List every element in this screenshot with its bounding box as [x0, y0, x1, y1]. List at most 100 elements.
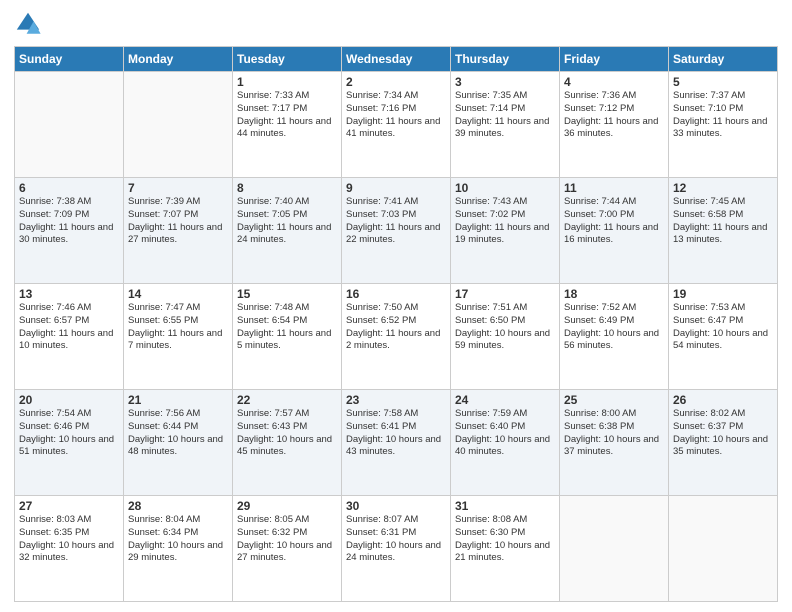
calendar-cell: 18Sunrise: 7:52 AM Sunset: 6:49 PM Dayli…	[560, 284, 669, 390]
day-number: 28	[128, 499, 228, 513]
calendar-cell: 13Sunrise: 7:46 AM Sunset: 6:57 PM Dayli…	[15, 284, 124, 390]
day-number: 18	[564, 287, 664, 301]
calendar-header-thursday: Thursday	[451, 47, 560, 72]
day-info: Sunrise: 7:50 AM Sunset: 6:52 PM Dayligh…	[346, 302, 446, 353]
calendar-cell: 31Sunrise: 8:08 AM Sunset: 6:30 PM Dayli…	[451, 496, 560, 602]
calendar-cell: 17Sunrise: 7:51 AM Sunset: 6:50 PM Dayli…	[451, 284, 560, 390]
day-number: 23	[346, 393, 446, 407]
calendar-cell: 11Sunrise: 7:44 AM Sunset: 7:00 PM Dayli…	[560, 178, 669, 284]
day-number: 14	[128, 287, 228, 301]
day-info: Sunrise: 7:54 AM Sunset: 6:46 PM Dayligh…	[19, 408, 119, 459]
calendar-header-tuesday: Tuesday	[233, 47, 342, 72]
calendar-cell: 24Sunrise: 7:59 AM Sunset: 6:40 PM Dayli…	[451, 390, 560, 496]
calendar-cell: 12Sunrise: 7:45 AM Sunset: 6:58 PM Dayli…	[669, 178, 778, 284]
day-number: 6	[19, 181, 119, 195]
calendar-cell	[15, 72, 124, 178]
calendar-cell: 27Sunrise: 8:03 AM Sunset: 6:35 PM Dayli…	[15, 496, 124, 602]
day-number: 29	[237, 499, 337, 513]
calendar-cell	[560, 496, 669, 602]
calendar-cell: 8Sunrise: 7:40 AM Sunset: 7:05 PM Daylig…	[233, 178, 342, 284]
day-number: 27	[19, 499, 119, 513]
day-number: 30	[346, 499, 446, 513]
calendar-cell: 25Sunrise: 8:00 AM Sunset: 6:38 PM Dayli…	[560, 390, 669, 496]
day-number: 17	[455, 287, 555, 301]
day-number: 4	[564, 75, 664, 89]
calendar-cell	[124, 72, 233, 178]
calendar-cell: 23Sunrise: 7:58 AM Sunset: 6:41 PM Dayli…	[342, 390, 451, 496]
main-container: SundayMondayTuesdayWednesdayThursdayFrid…	[0, 0, 792, 612]
day-info: Sunrise: 8:03 AM Sunset: 6:35 PM Dayligh…	[19, 514, 119, 565]
day-number: 16	[346, 287, 446, 301]
day-info: Sunrise: 8:07 AM Sunset: 6:31 PM Dayligh…	[346, 514, 446, 565]
calendar-cell: 22Sunrise: 7:57 AM Sunset: 6:43 PM Dayli…	[233, 390, 342, 496]
day-number: 3	[455, 75, 555, 89]
day-number: 22	[237, 393, 337, 407]
day-info: Sunrise: 7:57 AM Sunset: 6:43 PM Dayligh…	[237, 408, 337, 459]
calendar-cell: 10Sunrise: 7:43 AM Sunset: 7:02 PM Dayli…	[451, 178, 560, 284]
day-number: 2	[346, 75, 446, 89]
day-info: Sunrise: 7:35 AM Sunset: 7:14 PM Dayligh…	[455, 90, 555, 141]
calendar-week-row: 6Sunrise: 7:38 AM Sunset: 7:09 PM Daylig…	[15, 178, 778, 284]
day-info: Sunrise: 7:46 AM Sunset: 6:57 PM Dayligh…	[19, 302, 119, 353]
logo	[14, 10, 46, 38]
calendar-cell: 15Sunrise: 7:48 AM Sunset: 6:54 PM Dayli…	[233, 284, 342, 390]
day-info: Sunrise: 7:36 AM Sunset: 7:12 PM Dayligh…	[564, 90, 664, 141]
calendar-cell: 30Sunrise: 8:07 AM Sunset: 6:31 PM Dayli…	[342, 496, 451, 602]
calendar-cell: 29Sunrise: 8:05 AM Sunset: 6:32 PM Dayli…	[233, 496, 342, 602]
header	[14, 10, 778, 38]
day-number: 20	[19, 393, 119, 407]
calendar-cell: 28Sunrise: 8:04 AM Sunset: 6:34 PM Dayli…	[124, 496, 233, 602]
day-number: 9	[346, 181, 446, 195]
calendar-cell: 4Sunrise: 7:36 AM Sunset: 7:12 PM Daylig…	[560, 72, 669, 178]
calendar-week-row: 1Sunrise: 7:33 AM Sunset: 7:17 PM Daylig…	[15, 72, 778, 178]
day-info: Sunrise: 7:33 AM Sunset: 7:17 PM Dayligh…	[237, 90, 337, 141]
calendar-cell: 1Sunrise: 7:33 AM Sunset: 7:17 PM Daylig…	[233, 72, 342, 178]
calendar-cell: 9Sunrise: 7:41 AM Sunset: 7:03 PM Daylig…	[342, 178, 451, 284]
calendar-cell: 5Sunrise: 7:37 AM Sunset: 7:10 PM Daylig…	[669, 72, 778, 178]
calendar-header-saturday: Saturday	[669, 47, 778, 72]
day-number: 31	[455, 499, 555, 513]
day-number: 15	[237, 287, 337, 301]
day-info: Sunrise: 7:37 AM Sunset: 7:10 PM Dayligh…	[673, 90, 773, 141]
day-info: Sunrise: 7:56 AM Sunset: 6:44 PM Dayligh…	[128, 408, 228, 459]
day-info: Sunrise: 7:58 AM Sunset: 6:41 PM Dayligh…	[346, 408, 446, 459]
calendar-week-row: 20Sunrise: 7:54 AM Sunset: 6:46 PM Dayli…	[15, 390, 778, 496]
day-info: Sunrise: 7:45 AM Sunset: 6:58 PM Dayligh…	[673, 196, 773, 247]
calendar-cell	[669, 496, 778, 602]
calendar-cell: 16Sunrise: 7:50 AM Sunset: 6:52 PM Dayli…	[342, 284, 451, 390]
calendar-header-sunday: Sunday	[15, 47, 124, 72]
day-info: Sunrise: 7:41 AM Sunset: 7:03 PM Dayligh…	[346, 196, 446, 247]
day-info: Sunrise: 8:04 AM Sunset: 6:34 PM Dayligh…	[128, 514, 228, 565]
day-info: Sunrise: 7:53 AM Sunset: 6:47 PM Dayligh…	[673, 302, 773, 353]
calendar-cell: 21Sunrise: 7:56 AM Sunset: 6:44 PM Dayli…	[124, 390, 233, 496]
calendar-cell: 14Sunrise: 7:47 AM Sunset: 6:55 PM Dayli…	[124, 284, 233, 390]
day-number: 19	[673, 287, 773, 301]
calendar-cell: 6Sunrise: 7:38 AM Sunset: 7:09 PM Daylig…	[15, 178, 124, 284]
calendar-week-row: 27Sunrise: 8:03 AM Sunset: 6:35 PM Dayli…	[15, 496, 778, 602]
logo-icon	[14, 10, 42, 38]
day-info: Sunrise: 7:47 AM Sunset: 6:55 PM Dayligh…	[128, 302, 228, 353]
calendar-header-monday: Monday	[124, 47, 233, 72]
calendar-week-row: 13Sunrise: 7:46 AM Sunset: 6:57 PM Dayli…	[15, 284, 778, 390]
calendar-cell: 26Sunrise: 8:02 AM Sunset: 6:37 PM Dayli…	[669, 390, 778, 496]
day-info: Sunrise: 7:34 AM Sunset: 7:16 PM Dayligh…	[346, 90, 446, 141]
day-info: Sunrise: 8:02 AM Sunset: 6:37 PM Dayligh…	[673, 408, 773, 459]
day-info: Sunrise: 7:40 AM Sunset: 7:05 PM Dayligh…	[237, 196, 337, 247]
day-number: 25	[564, 393, 664, 407]
day-info: Sunrise: 7:51 AM Sunset: 6:50 PM Dayligh…	[455, 302, 555, 353]
day-info: Sunrise: 7:44 AM Sunset: 7:00 PM Dayligh…	[564, 196, 664, 247]
day-info: Sunrise: 7:38 AM Sunset: 7:09 PM Dayligh…	[19, 196, 119, 247]
calendar-header-friday: Friday	[560, 47, 669, 72]
calendar-cell: 19Sunrise: 7:53 AM Sunset: 6:47 PM Dayli…	[669, 284, 778, 390]
day-info: Sunrise: 8:05 AM Sunset: 6:32 PM Dayligh…	[237, 514, 337, 565]
day-info: Sunrise: 7:52 AM Sunset: 6:49 PM Dayligh…	[564, 302, 664, 353]
day-number: 8	[237, 181, 337, 195]
calendar-header-wednesday: Wednesday	[342, 47, 451, 72]
day-info: Sunrise: 7:59 AM Sunset: 6:40 PM Dayligh…	[455, 408, 555, 459]
day-info: Sunrise: 7:39 AM Sunset: 7:07 PM Dayligh…	[128, 196, 228, 247]
day-number: 26	[673, 393, 773, 407]
day-info: Sunrise: 7:48 AM Sunset: 6:54 PM Dayligh…	[237, 302, 337, 353]
day-info: Sunrise: 8:00 AM Sunset: 6:38 PM Dayligh…	[564, 408, 664, 459]
day-info: Sunrise: 7:43 AM Sunset: 7:02 PM Dayligh…	[455, 196, 555, 247]
day-number: 11	[564, 181, 664, 195]
